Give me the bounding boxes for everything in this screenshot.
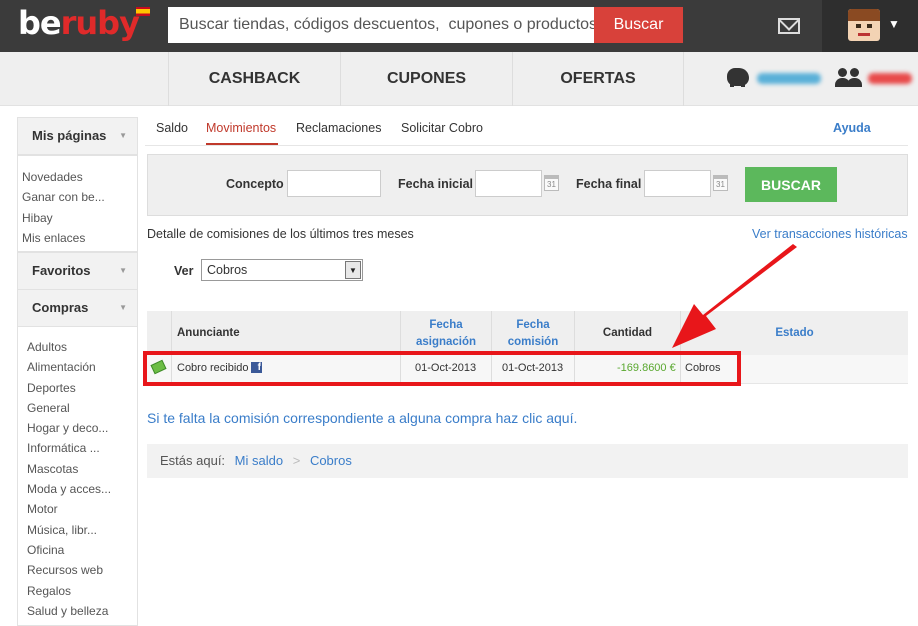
sidebar-item-novedades[interactable]: Novedades: [22, 167, 137, 187]
concepto-label: Concepto: [226, 177, 284, 191]
sidebar-head-compras[interactable]: Compras ▼: [17, 289, 138, 327]
sidebar-item-informatica[interactable]: Informática ...: [27, 438, 137, 458]
search-button[interactable]: Buscar: [594, 7, 683, 43]
sidebar-head-label: Mis páginas: [32, 128, 107, 143]
nav-tab-ofertas[interactable]: OFERTAS: [512, 52, 684, 106]
breadcrumb-prefix: Estás aquí:: [160, 453, 226, 468]
sidebar-item-hibay[interactable]: Hibay: [22, 208, 137, 228]
sidebar-head-mis-paginas[interactable]: Mis páginas ▼: [17, 117, 138, 155]
divider: [145, 145, 908, 146]
concepto-input[interactable]: [287, 170, 381, 197]
sidebar-item-motor[interactable]: Motor: [27, 499, 137, 519]
historical-transactions-link[interactable]: Ver transacciones históricas: [752, 227, 908, 241]
sidebar-item-moda[interactable]: Moda y acces...: [27, 479, 137, 499]
sidebar-list-mis-paginas: Novedades Ganar con be... Hibay Mis enla…: [17, 155, 138, 252]
sidebar-item-ganar-con-beruby[interactable]: Ganar con be...: [22, 187, 137, 207]
breadcrumb: Estás aquí: Mi saldo > Cobros: [147, 444, 908, 478]
envelope-icon[interactable]: [778, 18, 800, 34]
ver-select-value: Cobros: [207, 263, 248, 277]
breadcrumb-item-cobros[interactable]: Cobros: [310, 453, 352, 468]
col-fecha-asignacion[interactable]: Fecha asignación: [400, 311, 491, 355]
sidebar-item-mascotas[interactable]: Mascotas: [27, 459, 137, 479]
help-link[interactable]: Ayuda: [833, 121, 871, 135]
fecha-inicial-label: Fecha inicial: [398, 177, 474, 191]
buscar-button[interactable]: BUSCAR: [745, 167, 837, 202]
sidebar-item-deportes[interactable]: Deportes: [27, 378, 137, 398]
sidebar-item-mis-enlaces[interactable]: Mis enlaces: [22, 228, 137, 248]
user-menu[interactable]: ▼: [822, 0, 918, 52]
sidebar-item-salud-belleza[interactable]: Salud y belleza: [27, 601, 137, 621]
referrals-value-redacted: [868, 73, 912, 84]
breadcrumb-separator: >: [292, 453, 301, 468]
sidebar-head-label: Compras: [32, 300, 89, 315]
red-arrow-annotation: [672, 244, 797, 348]
highlight-box: [143, 351, 741, 386]
col-label: comisión: [507, 336, 559, 348]
col-label: Fecha: [516, 319, 550, 331]
referrals-icon[interactable]: [835, 68, 863, 88]
tab-saldo[interactable]: Saldo: [156, 121, 188, 135]
sidebar-item-alimentacion[interactable]: Alimentación: [27, 357, 137, 377]
nav-tab-cashback[interactable]: CASHBACK: [168, 52, 340, 106]
missing-commission-link[interactable]: Si te falta la comisión correspondiente …: [147, 410, 577, 426]
piggy-bank-icon[interactable]: [727, 68, 749, 87]
sidebar-item-oficina[interactable]: Oficina: [27, 540, 137, 560]
calendar-icon[interactable]: 31: [544, 175, 559, 191]
balance-value-redacted: [757, 73, 821, 84]
sidebar-head-label: Favoritos: [32, 263, 91, 278]
sidebar-item-recursos-web[interactable]: Recursos web: [27, 560, 137, 580]
col-cantidad[interactable]: Cantidad: [574, 311, 680, 355]
spain-flag-icon[interactable]: [136, 7, 150, 16]
chevron-down-icon: ▼: [119, 303, 127, 312]
sidebar-list-compras: Adultos Alimentación Deportes General Ho…: [17, 326, 138, 626]
caret-down-icon[interactable]: ▼: [888, 17, 900, 31]
detail-description: Detalle de comisiones de los últimos tre…: [147, 227, 414, 241]
search-input[interactable]: [168, 7, 594, 43]
col-label: asignación: [415, 336, 477, 348]
tab-reclamaciones[interactable]: Reclamaciones: [296, 121, 381, 135]
breadcrumb-item-mi-saldo[interactable]: Mi saldo: [235, 453, 283, 468]
sidebar-item-hogar[interactable]: Hogar y deco...: [27, 418, 137, 438]
fecha-final-input[interactable]: [644, 170, 711, 197]
chevron-down-icon: ▼: [119, 131, 127, 140]
col-label: Fecha: [429, 319, 463, 331]
sidebar-item-general[interactable]: General: [27, 398, 137, 418]
tab-movimientos[interactable]: Movimientos: [206, 121, 276, 135]
sidebar-head-favoritos[interactable]: Favoritos ▼: [17, 252, 138, 290]
ver-select[interactable]: Cobros ▼: [201, 259, 363, 281]
nav-tab-cupones[interactable]: CUPONES: [340, 52, 512, 106]
sidebar-item-musica[interactable]: Música, libr...: [27, 520, 137, 540]
tab-solicitar-cobro[interactable]: Solicitar Cobro: [401, 121, 483, 135]
ver-label: Ver: [174, 264, 194, 278]
fecha-inicial-input[interactable]: [475, 170, 542, 197]
col-fecha-comision[interactable]: Fecha comisión: [491, 311, 574, 355]
chevron-down-icon: ▼: [119, 266, 127, 275]
top-bar: beruby Buscar ▼: [0, 0, 918, 52]
col-anunciante[interactable]: Anunciante: [171, 311, 400, 355]
fecha-final-label: Fecha final: [576, 177, 642, 191]
beruby-logo[interactable]: beruby: [18, 4, 140, 42]
chevron-down-icon[interactable]: ▼: [345, 261, 361, 279]
avatar[interactable]: [848, 9, 880, 41]
sidebar-item-adultos[interactable]: Adultos: [27, 337, 137, 357]
sidebar-item-regalos[interactable]: Regalos: [27, 581, 137, 601]
calendar-icon[interactable]: 31: [713, 175, 728, 191]
